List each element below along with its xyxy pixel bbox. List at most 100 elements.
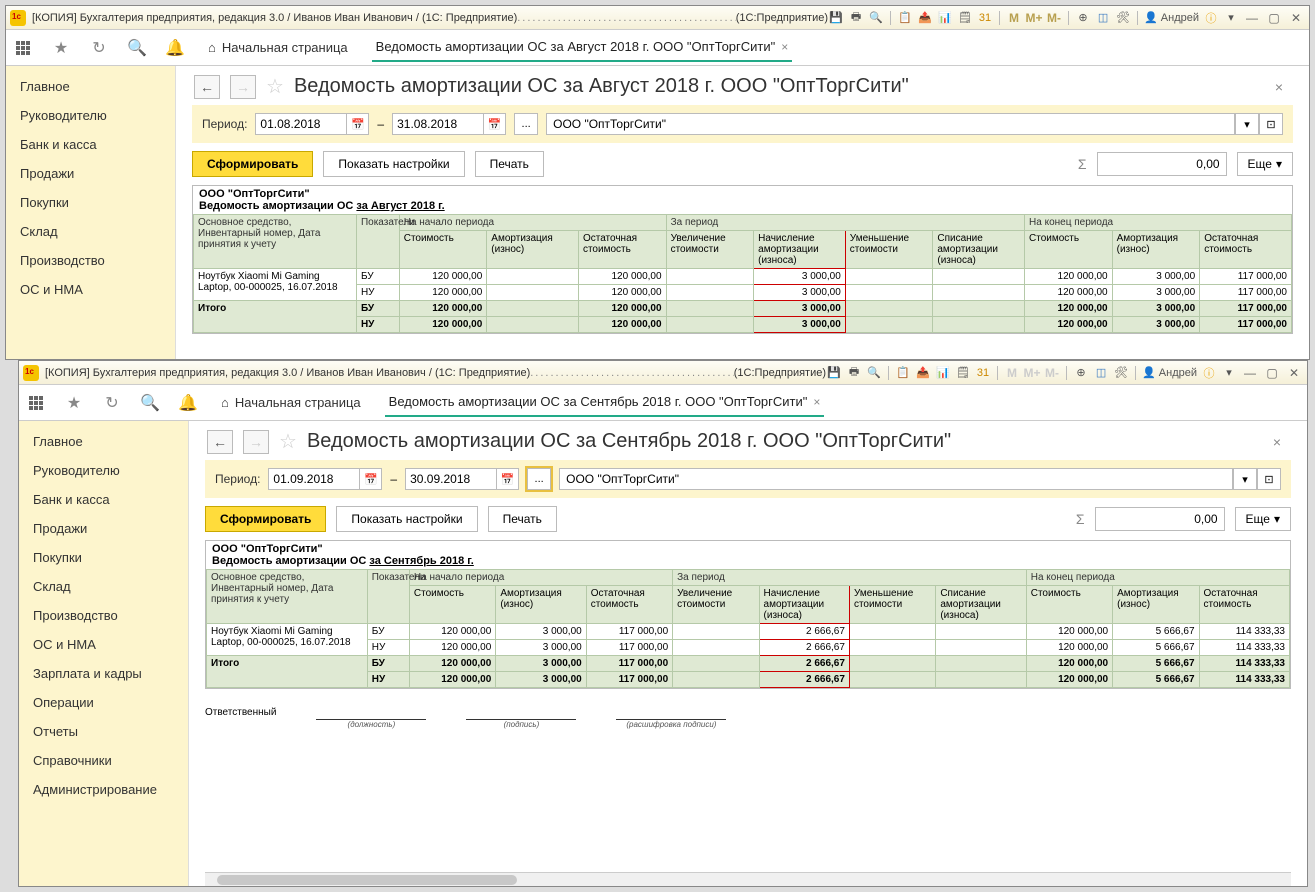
sidebar-item-sales[interactable]: Продажи xyxy=(19,514,188,543)
sidebar-item-purchases[interactable]: Покупки xyxy=(19,543,188,572)
compare-icon[interactable]: 📊 xyxy=(935,365,951,381)
sidebar-item-main[interactable]: Главное xyxy=(19,427,188,456)
date-to-input[interactable]: 📅 xyxy=(392,113,506,135)
settings-button[interactable]: Показать настройки xyxy=(336,506,477,532)
page-close-icon[interactable]: × xyxy=(1273,434,1289,450)
dropdown-icon[interactable]: ▾ xyxy=(1221,365,1237,381)
print-button[interactable]: Печать xyxy=(475,151,544,177)
sigma-icon[interactable]: Σ xyxy=(1076,511,1085,527)
sidebar-item-salary[interactable]: Зарплата и кадры xyxy=(19,659,188,688)
clipboard-icon[interactable]: 📋 xyxy=(897,10,913,26)
search-icon[interactable]: 🔍 xyxy=(128,39,146,57)
forward-button[interactable]: → xyxy=(230,75,256,99)
dropdown-icon[interactable]: ▾ xyxy=(1223,10,1239,26)
user-label[interactable]: 👤 Андрей xyxy=(1142,366,1197,379)
panels-icon[interactable]: ◫ xyxy=(1093,365,1109,381)
close-button[interactable]: ✕ xyxy=(1287,10,1305,26)
sidebar-item-manager[interactable]: Руководителю xyxy=(19,456,188,485)
org-open-icon[interactable]: ⊡ xyxy=(1259,113,1283,135)
org-dropdown-icon[interactable]: ▾ xyxy=(1235,113,1259,135)
sigma-icon[interactable]: Σ xyxy=(1078,156,1087,172)
m-minus-icon[interactable]: M- xyxy=(1046,10,1062,26)
preview-icon[interactable]: 🔍 xyxy=(868,10,884,26)
favorites-icon[interactable]: ★ xyxy=(65,394,83,412)
h-scrollbar[interactable] xyxy=(205,872,1291,886)
period-select-button[interactable]: ... xyxy=(514,113,538,135)
close-button[interactable]: ✕ xyxy=(1285,365,1303,381)
history-icon[interactable]: ↻ xyxy=(90,39,108,57)
form-button[interactable]: Сформировать xyxy=(205,506,326,532)
apps-icon[interactable] xyxy=(14,39,32,57)
date-to-input[interactable]: 📅 xyxy=(405,468,519,490)
org-open-icon[interactable]: ⊡ xyxy=(1257,468,1281,490)
m-plus-icon[interactable]: M+ xyxy=(1024,365,1040,381)
minimize-button[interactable]: — xyxy=(1243,10,1261,26)
calendar-to-icon[interactable]: 📅 xyxy=(497,468,519,490)
notifications-icon[interactable]: 🔔 xyxy=(166,39,184,57)
search-icon[interactable]: 🔍 xyxy=(141,394,159,412)
zoom-icon[interactable]: ⊕ xyxy=(1073,365,1089,381)
calendar-icon[interactable]: 31 xyxy=(975,365,991,381)
tools-icon[interactable]: 🛠 xyxy=(1113,365,1129,381)
print-button[interactable]: Печать xyxy=(488,506,557,532)
calendar-to-icon[interactable]: 📅 xyxy=(484,113,506,135)
tab-home[interactable]: ⌂Начальная страница xyxy=(204,34,352,61)
sum-input[interactable] xyxy=(1097,152,1227,176)
sum-input[interactable] xyxy=(1095,507,1225,531)
settings-button[interactable]: Показать настройки xyxy=(323,151,464,177)
back-button[interactable]: ← xyxy=(194,75,220,99)
notifications-icon[interactable]: 🔔 xyxy=(179,394,197,412)
date-from-input[interactable]: 📅 xyxy=(268,468,382,490)
sidebar-item-bank[interactable]: Банк и касса xyxy=(6,130,175,159)
sidebar-item-production[interactable]: Производство xyxy=(19,601,188,630)
history-icon[interactable]: ↻ xyxy=(103,394,121,412)
tab-close-icon[interactable]: × xyxy=(813,395,820,409)
sidebar-item-warehouse[interactable]: Склад xyxy=(19,572,188,601)
org-input[interactable]: ▾⊡ xyxy=(546,113,1283,135)
sidebar-item-assets[interactable]: ОС и НМА xyxy=(19,630,188,659)
user-label[interactable]: 👤 Андрей xyxy=(1144,11,1199,24)
period-select-button[interactable]: ... xyxy=(527,468,551,490)
more-button[interactable]: Еще ▾ xyxy=(1235,507,1291,531)
calendar-from-icon[interactable]: 📅 xyxy=(347,113,369,135)
calendar-from-icon[interactable]: 📅 xyxy=(360,468,382,490)
zoom-icon[interactable]: ⊕ xyxy=(1075,10,1091,26)
apps-icon[interactable] xyxy=(27,394,45,412)
info-icon[interactable]: ⓘ xyxy=(1201,365,1217,381)
form-button[interactable]: Сформировать xyxy=(192,151,313,177)
sidebar-item-purchases[interactable]: Покупки xyxy=(6,188,175,217)
send-icon[interactable]: 📤 xyxy=(915,365,931,381)
favorites-icon[interactable]: ★ xyxy=(52,39,70,57)
forward-button[interactable]: → xyxy=(243,430,269,454)
clipboard-icon[interactable]: 📋 xyxy=(895,365,911,381)
back-button[interactable]: ← xyxy=(207,430,233,454)
tab-report[interactable]: Ведомость амортизации ОС за Август 2018 … xyxy=(372,33,793,62)
compare-icon[interactable]: 📊 xyxy=(937,10,953,26)
maximize-button[interactable]: ▢ xyxy=(1265,10,1283,26)
m-icon[interactable]: M xyxy=(1006,10,1022,26)
sidebar-item-sales[interactable]: Продажи xyxy=(6,159,175,188)
m-minus-icon[interactable]: M- xyxy=(1044,365,1060,381)
star-icon[interactable]: ☆ xyxy=(266,74,284,99)
page-close-icon[interactable]: × xyxy=(1275,79,1291,95)
sidebar-item-catalogs[interactable]: Справочники xyxy=(19,746,188,775)
tab-report[interactable]: Ведомость амортизации ОС за Сентябрь 201… xyxy=(385,388,825,417)
print-icon[interactable]: 🖶 xyxy=(846,365,862,381)
date-from-input[interactable]: 📅 xyxy=(255,113,369,135)
more-button[interactable]: Еще ▾ xyxy=(1237,152,1293,176)
sidebar-item-admin[interactable]: Администрирование xyxy=(19,775,188,804)
print-icon[interactable]: 🖶 xyxy=(848,10,864,26)
tab-home[interactable]: ⌂Начальная страница xyxy=(217,389,365,416)
panels-icon[interactable]: ◫ xyxy=(1095,10,1111,26)
info-icon[interactable]: ⓘ xyxy=(1203,10,1219,26)
sidebar-item-operations[interactable]: Операции xyxy=(19,688,188,717)
m-icon[interactable]: M xyxy=(1004,365,1020,381)
m-plus-icon[interactable]: M+ xyxy=(1026,10,1042,26)
tab-close-icon[interactable]: × xyxy=(781,40,788,54)
calendar-icon[interactable]: 31 xyxy=(977,10,993,26)
minimize-button[interactable]: — xyxy=(1241,365,1259,381)
sidebar-item-assets[interactable]: ОС и НМА xyxy=(6,275,175,304)
tools-icon[interactable]: 🛠 xyxy=(1115,10,1131,26)
preview-icon[interactable]: 🔍 xyxy=(866,365,882,381)
calc-icon[interactable]: 🗒 xyxy=(957,10,973,26)
